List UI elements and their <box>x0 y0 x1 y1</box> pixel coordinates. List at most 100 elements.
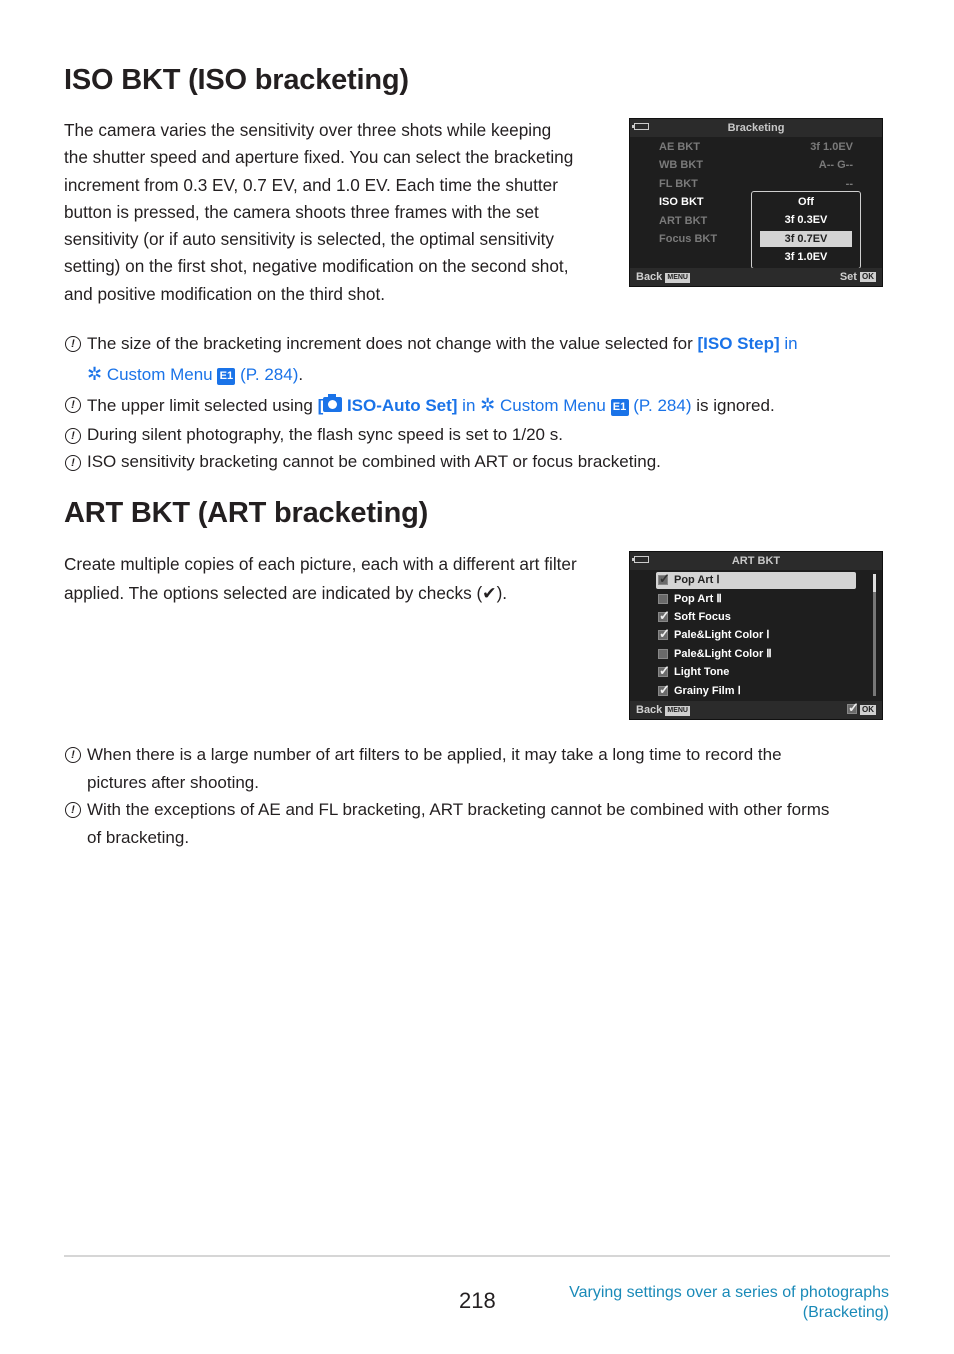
checkbox-checked-icon <box>658 570 670 587</box>
gear-icon: ✲ <box>480 395 496 415</box>
menu-item-label: ISO BKT <box>659 196 704 208</box>
iso-desc-line: The camera varies the sensitivity over t… <box>64 120 552 140</box>
footer-divider <box>64 1255 890 1257</box>
checkbox-unchecked-icon <box>658 594 668 604</box>
art-item-pale-light-2: Pale&Light Color Ⅱ <box>656 646 856 663</box>
back-hint: Back MENU <box>636 268 690 286</box>
art-item-soft-focus: Soft Focus <box>656 607 856 626</box>
art-item-pale-light-1: Pale&Light Color Ⅰ <box>656 625 856 644</box>
link-text: ISO-Auto Set] <box>342 396 458 415</box>
menu-item-label: Focus BKT <box>659 233 718 245</box>
art-bkt-menu-screenshot: ART BKT Pop Art Ⅰ Pop Art Ⅱ Soft Focus P… <box>629 551 883 720</box>
art-item-pop-art-2: Pop Art Ⅱ <box>656 591 856 608</box>
option-3f-0.7ev-selected: 3f 0.7EV <box>760 231 852 247</box>
iso-desc-line: increment from 0.3 EV, 0.7 EV, and 1.0 E… <box>64 174 558 195</box>
checkbox-checked-icon <box>658 607 670 624</box>
note-many-filters: ! When there is a large number of art fil… <box>64 741 894 769</box>
art-notes: ! When there is a large number of art fil… <box>64 741 894 851</box>
art-item-label: Pop Art Ⅱ <box>674 593 722 605</box>
option-3f-0.3ev: 3f 0.3EV <box>784 214 828 226</box>
note-text: When there is a large number of art filt… <box>87 745 782 764</box>
link-text: in <box>457 396 481 415</box>
menu-button-icon: MENU <box>665 273 690 283</box>
art-item-label: Grainy Film Ⅰ <box>674 685 741 697</box>
note-text: During silent photography, the flash syn… <box>87 425 563 444</box>
link-text: Custom Menu <box>495 396 611 415</box>
iso-bkt-description: The camera varies the sensitivity over t… <box>64 117 609 308</box>
art-item-label: Pale&Light Color Ⅱ <box>674 648 772 660</box>
checkbox-checked-icon <box>658 625 670 642</box>
art-item-light-tone: Light Tone <box>656 662 856 681</box>
art-item-label: Light Tone <box>674 666 730 678</box>
page-ref: (P. 284) <box>235 365 299 384</box>
screen-title: Bracketing <box>727 122 785 134</box>
section-link-line: (Bracketing) <box>802 1304 889 1321</box>
page-number: 218 <box>459 1288 496 1313</box>
caution-icon: ! <box>65 336 81 352</box>
camera-icon <box>323 394 343 412</box>
caution-icon: ! <box>65 747 81 763</box>
caution-icon: ! <box>65 455 81 471</box>
link-text: in <box>779 334 798 353</box>
art-item-grainy-film-1: Grainy Film Ⅰ <box>656 681 856 700</box>
section-link[interactable]: Varying settings over a series of photog… <box>569 1283 889 1323</box>
battery-icon <box>632 123 649 130</box>
ok-button-icon: OK <box>860 705 876 715</box>
note-text: is ignored. <box>691 396 775 415</box>
menu-item-label: ART BKT <box>659 215 708 227</box>
menu-item-wb-bkt: WB BKT A-- G-- <box>659 156 853 174</box>
menu-item-value: 3f 1.0EV <box>810 141 853 153</box>
iso-step-link[interactable]: [ISO Step] in <box>697 334 797 353</box>
note-iso-combine: ! ISO sensitivity bracketing cannot be co… <box>64 448 894 476</box>
iso-auto-set-link[interactable]: [ ISO-Auto Set] in ✲ Custom Menu E1 (P. … <box>318 394 692 416</box>
scrollbar <box>873 574 876 696</box>
tab-e1-icon: E1 <box>217 368 236 385</box>
iso-desc-line: button is pressed, the camera shoots thr… <box>64 201 539 222</box>
set-label: Set <box>839 271 857 283</box>
caution-icon: ! <box>65 428 81 444</box>
note-silent-flash: ! During silent photography, the flash sy… <box>64 421 894 448</box>
iso-desc-line: and positive modification on the third s… <box>64 283 386 304</box>
iso-notes: ! The size of the bracketing increment do… <box>64 329 894 476</box>
note-text: The upper limit selected using <box>87 396 318 415</box>
tab-e1-icon: E1 <box>610 399 629 416</box>
art-desc-line: Create multiple copies of each picture, … <box>64 554 577 574</box>
set-hint: Set OK <box>840 268 876 286</box>
screen-title: ART BKT <box>731 555 781 567</box>
screen-footer: Back MENU Set OK <box>630 268 882 286</box>
menu-item-ae-bkt: AE BKT 3f 1.0EV <box>659 138 853 156</box>
screen-title-bar: Bracketing <box>630 119 882 137</box>
note-art-combine: ! With the exceptions of AE and FL bracke… <box>64 796 894 824</box>
menu-item-label: FL BKT <box>659 178 698 190</box>
checkmark-icon: ✔ <box>482 583 497 603</box>
menu-item-label: AE BKT <box>659 141 700 153</box>
page-ref: (P. 284) <box>628 396 692 415</box>
note-many-filters-cont: pictures after shooting. <box>87 772 259 792</box>
checkbox-checked-icon <box>847 699 859 717</box>
art-desc-text: ). <box>496 583 508 603</box>
link-text: [ISO Step] <box>697 334 780 353</box>
back-label: Back <box>636 704 663 716</box>
art-item-label: Pale&Light Color Ⅰ <box>674 629 770 641</box>
menu-button-icon: MENU <box>665 706 690 716</box>
menu-item-label: WB BKT <box>659 159 703 171</box>
custom-menu-link[interactable]: ✲ Custom Menu E1 (P. 284) <box>87 364 299 385</box>
note-iso-step: ! The size of the bracketing increment do… <box>64 329 894 359</box>
art-bkt-heading: ART BKT (ART bracketing) <box>64 497 429 529</box>
screen-title-bar: ART BKT <box>630 552 882 570</box>
note-text: With the exceptions of AE and FL bracket… <box>87 800 830 819</box>
art-item-pop-art-1: Pop Art Ⅰ <box>656 570 856 589</box>
caution-icon: ! <box>65 802 81 818</box>
iso-bkt-options-popup: Off 3f 0.3EV 3f 0.7EV 3f 1.0EV <box>751 191 861 269</box>
option-3f-1.0ev: 3f 1.0EV <box>784 251 828 263</box>
battery-icon <box>632 556 649 563</box>
note-text: The size of the bracketing increment doe… <box>87 334 698 353</box>
menu-item-value: A-- G-- <box>818 159 853 171</box>
art-desc-line: applied. The options selected are indica… <box>64 579 577 608</box>
gear-icon: ✲ <box>87 364 103 384</box>
bracketing-menu-screenshot: Bracketing AE BKT 3f 1.0EV WB BKT A-- G-- … <box>629 118 883 287</box>
art-desc-text: applied. The options selected are indica… <box>64 583 483 603</box>
iso-desc-line: the shutter speed and aperture fixed. Yo… <box>64 147 574 168</box>
link-text: Custom Menu <box>102 365 218 384</box>
art-bkt-description: Create multiple copies of each picture, … <box>64 550 577 608</box>
